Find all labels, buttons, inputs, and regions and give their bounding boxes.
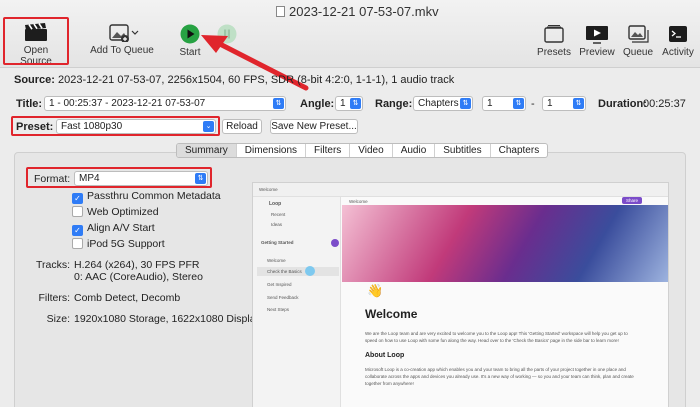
preview-app-name: Loop: [269, 201, 282, 207]
preview-about-heading: About Loop: [365, 352, 405, 359]
preset-row: Preset: Fast 1080p30 ⌄ Reload Save New P…: [0, 119, 700, 135]
web-optimized-label: Web Optimized: [87, 206, 159, 218]
preview-page-welcome: Welcome: [267, 258, 286, 263]
chevron-updown-icon: ⇅: [513, 98, 524, 109]
title-label: Title:: [16, 98, 43, 110]
preview-window-title: Welcome: [259, 187, 278, 192]
tracks-audio: 0: AAC (CoreAudio), Stereo: [74, 271, 203, 283]
preset-label: Preset:: [16, 121, 54, 133]
range-start-select[interactable]: 1 ⇅: [482, 96, 526, 111]
preview-about-2: collaborate across the apps and devices …: [365, 374, 634, 379]
tab-filters[interactable]: Filters: [306, 144, 351, 157]
tracks-video: H.264 (x264), 30 FPS PFR: [74, 259, 200, 271]
preview-page-feedback: Send Feedback: [267, 295, 299, 300]
duration-value: 00:25:37: [643, 98, 686, 110]
title-value: 1 - 00:25:37 - 2023-12-21 07-53-07: [49, 98, 206, 109]
tracks-value: H.264 (x264), 30 FPS PFR 0: AAC (CoreAud…: [74, 259, 203, 283]
tab-video[interactable]: Video: [350, 144, 393, 157]
range-start-value: 1: [487, 98, 493, 109]
preview-sidebar: [253, 197, 341, 407]
preview-titlebar: [253, 183, 668, 197]
preset-select[interactable]: Fast 1080p30 ⌄: [56, 119, 216, 134]
preview-body-1: We are the Loop team and are very excite…: [365, 331, 628, 336]
preview-body-2: speed on how to use Loop with some fun a…: [365, 338, 619, 343]
ipod-support-label: iPod 5G Support: [87, 238, 165, 250]
cursor-icon: [305, 266, 315, 276]
angle-value: 1: [340, 98, 346, 109]
tab-dimensions[interactable]: Dimensions: [237, 144, 307, 157]
preview-page-inspired: Get Inspired: [267, 282, 292, 287]
save-new-preset-button[interactable]: Save New Preset...: [270, 119, 358, 134]
chevron-updown-icon: ⇅: [460, 98, 471, 109]
tab-chapters[interactable]: Chapters: [491, 144, 548, 157]
duration-label: Duration:: [598, 98, 647, 110]
chevron-updown-icon: ⇅: [573, 98, 584, 109]
preview-hero-image: [342, 205, 668, 282]
web-optimized-checkbox[interactable]: Web Optimized: [72, 206, 159, 218]
preview-about-3: together from anywhere!: [365, 381, 414, 386]
filters-label: Filters:: [38, 292, 71, 304]
format-select[interactable]: MP4 ⇅: [74, 171, 208, 186]
range-dash: -: [531, 98, 535, 110]
range-type-select[interactable]: Chapters ⇅: [413, 96, 473, 111]
preview-heading: Welcome: [365, 307, 418, 321]
checkmark-icon: ✓: [72, 193, 83, 204]
preview-nav-ideas: Ideas: [271, 222, 283, 227]
passthru-metadata-label: Passthru Common Metadata: [87, 190, 221, 202]
preview-avatar: [331, 239, 339, 247]
size-label: Size:: [46, 313, 70, 325]
preset-value: Fast 1080p30: [61, 121, 123, 132]
checkbox-empty-icon: [72, 206, 83, 217]
chevron-updown-icon: ⇅: [273, 98, 284, 109]
checkmark-icon: ✓: [72, 225, 83, 236]
tab-bar: Summary Dimensions Filters Video Audio S…: [176, 143, 549, 158]
reload-button[interactable]: Reload: [222, 119, 262, 134]
chevron-updown-icon: ⇅: [195, 173, 206, 184]
align-av-start-label: Align A/V Start: [87, 222, 155, 234]
preview-page-check: Check the Basics: [267, 269, 302, 274]
preview-image: Welcome Loop Recent Ideas Getting Starte…: [252, 182, 669, 407]
range-label: Range:: [375, 98, 413, 110]
chevron-down-icon: ⌄: [203, 121, 214, 132]
range-end-select[interactable]: 1 ⇅: [542, 96, 586, 111]
format-value: MP4: [79, 173, 100, 184]
title-select[interactable]: 1 - 00:25:37 - 2023-12-21 07-53-07 ⇅: [44, 96, 286, 111]
title-row: Title: 1 - 00:25:37 - 2023-12-21 07-53-0…: [0, 96, 700, 112]
tracks-label: Tracks:: [35, 259, 70, 271]
filters-value: Comb Detect, Decomb: [74, 292, 181, 304]
range-end-value: 1: [547, 98, 553, 109]
preview-about-1: Microsoft Loop is a co-creation app whic…: [365, 367, 626, 372]
tab-subtitles[interactable]: Subtitles: [435, 144, 491, 157]
tab-summary[interactable]: Summary: [177, 144, 237, 157]
source-label: Source:: [14, 74, 55, 86]
source-value: 2023-12-21 07-53-07, 2256x1504, 60 FPS, …: [58, 74, 455, 86]
ipod-support-checkbox[interactable]: iPod 5G Support: [72, 238, 165, 250]
align-av-start-checkbox[interactable]: ✓ Align A/V Start: [72, 222, 155, 236]
size-value: 1920x1080 Storage, 1622x1080 Display: [74, 313, 261, 325]
chevron-updown-icon: ⇅: [350, 98, 361, 109]
preview-share-button: Share: [622, 197, 643, 204]
preview-nav-recent: Recent: [271, 212, 286, 217]
range-type-value: Chapters: [418, 98, 459, 109]
angle-label: Angle:: [300, 98, 335, 110]
format-label: Format:: [34, 173, 71, 185]
preview-tab: Welcome: [349, 199, 368, 204]
checkbox-empty-icon: [72, 238, 83, 249]
waving-hand-icon: 👋: [367, 283, 384, 298]
passthru-metadata-checkbox[interactable]: ✓ Passthru Common Metadata: [72, 190, 221, 204]
preview-section: Getting Started: [261, 240, 294, 245]
angle-select[interactable]: 1 ⇅: [335, 96, 363, 111]
preview-page-next: Next Steps: [267, 307, 290, 312]
tab-audio[interactable]: Audio: [393, 144, 436, 157]
